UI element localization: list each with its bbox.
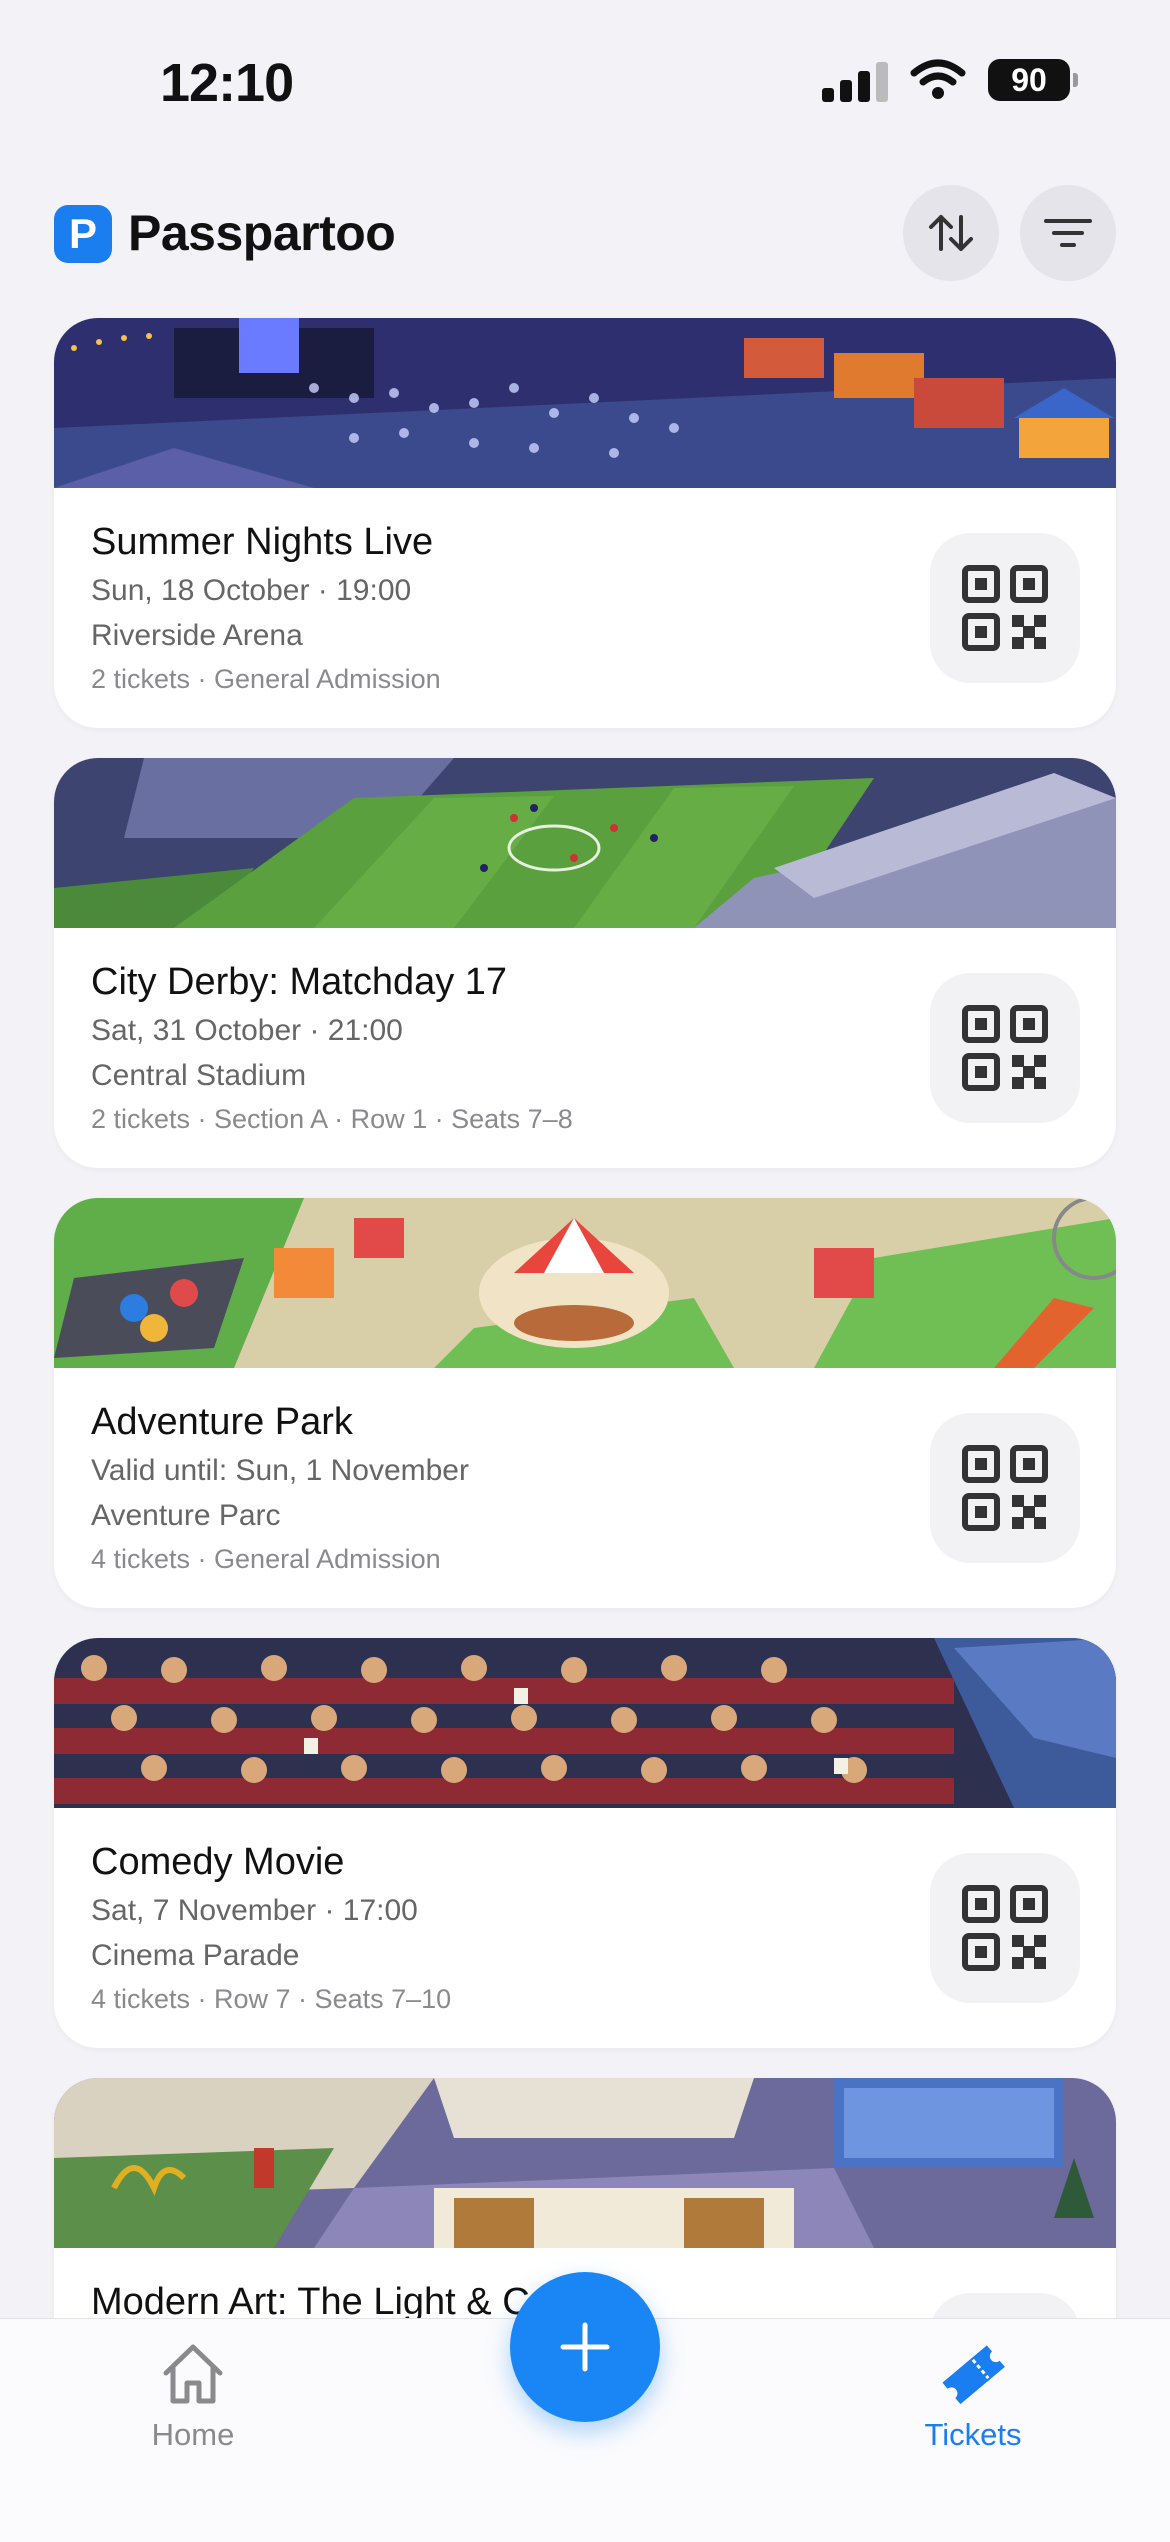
ticket-details: 4 tickets · Row 7 · Seats 7–10 — [91, 1984, 452, 2014]
event-image — [54, 1638, 1116, 1808]
wifi-icon — [910, 59, 966, 99]
event-image — [54, 2078, 1116, 2248]
battery-level: 90 — [1011, 61, 1047, 98]
ticket-venue: Riverside Arena — [91, 619, 303, 652]
ticket-details: 2 tickets · General Admission — [91, 664, 441, 694]
ticket-icon — [942, 2345, 1005, 2405]
ticket-venue: Cinema Parade — [91, 1939, 300, 1972]
ticket-date: Valid until: Sun, 1 November — [91, 1454, 469, 1487]
event-image — [54, 758, 1116, 928]
ticket-venue: Aventure Parc — [91, 1499, 281, 1532]
ticket-date: Sat, 31 October · 21:00 — [91, 1014, 403, 1047]
ticket-date: Sat, 7 November · 17:00 — [91, 1894, 418, 1927]
qr-code-button[interactable] — [930, 1413, 1080, 1563]
status-icons: 90 — [822, 58, 1078, 102]
battery-icon: 90 — [988, 59, 1078, 101]
app-title: Passpartoo — [128, 205, 396, 261]
status-bar: 12:10 90 — [0, 0, 1170, 170]
filter-icon — [1044, 219, 1092, 247]
ticket-details: 2 tickets · Section A · Row 1 · Seats 7–… — [91, 1104, 573, 1134]
qr-code-button[interactable] — [930, 1853, 1080, 2003]
add-ticket-button[interactable] — [510, 2272, 660, 2422]
tab-home-label: Home — [151, 2417, 235, 2452]
ticket-date: Sun, 18 October · 19:00 — [91, 574, 412, 607]
ticket-list: Summer Nights Live Sun, 18 October · 19:… — [54, 318, 1116, 2518]
ticket-title: Comedy Movie — [91, 1841, 345, 1883]
tab-tickets[interactable]: Tickets — [873, 2319, 1073, 2469]
qr-code-icon — [962, 1005, 1048, 1091]
cellular-signal-icon — [822, 58, 888, 102]
qr-code-button[interactable] — [930, 973, 1080, 1123]
tab-home[interactable]: Home — [93, 2319, 293, 2469]
app-header: P Passpartoo — [0, 180, 1170, 290]
status-time: 12:10 — [160, 53, 294, 113]
home-icon — [163, 2344, 223, 2404]
qr-code-button[interactable] — [930, 533, 1080, 683]
ticket-details: 4 tickets · General Admission — [91, 1544, 441, 1574]
ticket-venue: Central Stadium — [91, 1059, 307, 1092]
ticket-card[interactable]: Summer Nights Live Sun, 18 October · 19:… — [54, 318, 1116, 728]
sort-icon — [929, 215, 973, 251]
ticket-title: Adventure Park — [91, 1401, 353, 1443]
event-image — [54, 318, 1116, 488]
ticket-card[interactable]: Adventure Park Valid until: Sun, 1 Novem… — [54, 1198, 1116, 1608]
tab-tickets-label: Tickets — [924, 2417, 1022, 2452]
qr-code-icon — [962, 1445, 1048, 1531]
qr-code-icon — [962, 1885, 1048, 1971]
ticket-title: City Derby: Matchday 17 — [91, 961, 508, 1003]
qr-code-icon — [962, 565, 1048, 651]
ticket-card[interactable]: City Derby: Matchday 17 Sat, 31 October … — [54, 758, 1116, 1168]
ticket-title: Summer Nights Live — [91, 521, 434, 563]
sort-button[interactable] — [903, 185, 999, 281]
ticket-card[interactable]: Comedy Movie Sat, 7 November · 17:00 Cin… — [54, 1638, 1116, 2048]
plus-icon — [560, 2322, 610, 2372]
filter-button[interactable] — [1020, 185, 1116, 281]
app-logo-icon: P — [54, 205, 112, 263]
event-image — [54, 1198, 1116, 1368]
